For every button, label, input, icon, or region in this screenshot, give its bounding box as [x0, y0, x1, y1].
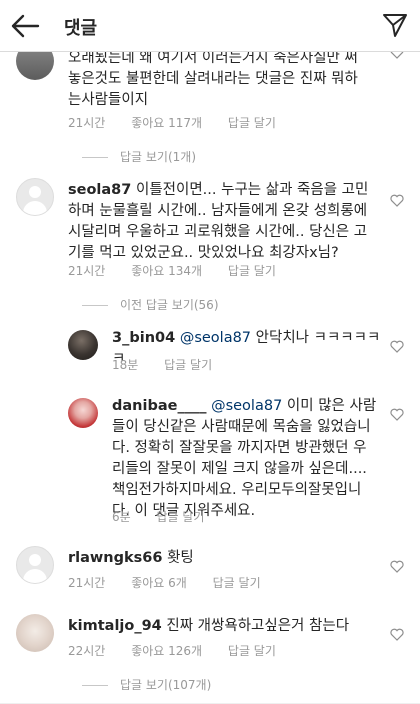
comment-username[interactable]: rlawngks66 — [68, 550, 162, 566]
avatar[interactable] — [16, 614, 54, 652]
comment-item: kimtaljo_94 진짜 개쌍욕하고싶은거 참는다 22시간 좋아요 126… — [0, 614, 420, 704]
page-title: 댓글 — [64, 18, 98, 39]
avatar[interactable] — [68, 330, 98, 360]
reply-item: danibae____ @seola87 이미 많은 사람들이 당신같은 사람때… — [0, 394, 420, 534]
avatar[interactable] — [68, 398, 98, 428]
comment-text: kimtaljo_94 진짜 개쌍욕하고싶은거 참는다 — [68, 618, 350, 634]
comment-time: 6분 — [112, 510, 131, 524]
avatar[interactable] — [16, 178, 54, 216]
comment-meta: 21시간 좋아요 117개 답글 달기 — [68, 114, 298, 131]
reply-button[interactable]: 답글 달기 — [228, 644, 276, 658]
direct-send-icon[interactable] — [382, 12, 408, 38]
reply-button[interactable]: 답글 달기 — [228, 116, 276, 130]
comment-list[interactable]: 오래됬는데 왜 여기서 이러는거지 죽은사실만 써놓은것도 불편한데 살려내라는… — [0, 52, 420, 704]
comment-time: 21시간 — [68, 576, 106, 590]
comment-username[interactable]: seola87 — [68, 182, 131, 198]
comment-meta: 6분 답글 달기 — [112, 508, 227, 525]
heart-icon[interactable] — [390, 340, 404, 353]
comment-text: rlawngks66 홧팅 — [68, 550, 194, 566]
mention-link[interactable]: @seola87 — [211, 398, 282, 414]
view-replies-button[interactable]: 답글 보기(1개) — [82, 148, 196, 165]
likes-count[interactable]: 좋아요 117개 — [131, 116, 202, 130]
heart-icon[interactable] — [390, 628, 404, 641]
comment-meta: 22시간 좋아요 126개 답글 달기 — [68, 642, 298, 659]
view-replies-button[interactable]: 답글 보기(107개) — [82, 676, 211, 693]
comment-username[interactable]: danibae____ — [112, 398, 206, 414]
avatar[interactable] — [16, 52, 54, 80]
comment-item: rlawngks66 홧팅 21시간 좋아요 6개 답글 달기 — [0, 546, 420, 606]
comment-time: 18분 — [112, 358, 139, 372]
heart-icon[interactable] — [390, 194, 404, 207]
comments-header: 댓글 — [0, 0, 420, 52]
comment-text: 오래됬는데 왜 여기서 이러는거지 죽은사실만 써놓은것도 불편한데 살려내라는… — [68, 52, 358, 108]
comment-username[interactable]: 3_bin04 — [112, 330, 175, 346]
comment-text: danibae____ @seola87 이미 많은 사람들이 당신같은 사람때… — [112, 398, 377, 519]
comment-meta: 18분 답글 달기 — [112, 356, 234, 373]
back-arrow-icon[interactable] — [10, 13, 40, 39]
comment-username[interactable]: kimtaljo_94 — [68, 618, 162, 634]
heart-icon[interactable] — [390, 560, 404, 573]
comment-meta: 21시간 좋아요 134개 답글 달기 — [68, 262, 298, 279]
comment-time: 22시간 — [68, 644, 106, 658]
reply-button[interactable]: 답글 달기 — [164, 358, 212, 372]
reply-button[interactable]: 답글 달기 — [213, 576, 261, 590]
likes-count[interactable]: 좋아요 134개 — [131, 264, 202, 278]
divider-line — [82, 157, 108, 158]
likes-count[interactable]: 좋아요 6개 — [131, 576, 187, 590]
reply-button[interactable]: 답글 달기 — [157, 510, 205, 524]
comment-item: seola87 이틀전이면... 누구는 삶과 죽음을 고민하며 눈물흘릴 시간… — [0, 178, 420, 348]
comment-time: 21시간 — [68, 264, 106, 278]
comment-meta: 21시간 좋아요 6개 답글 달기 — [68, 574, 283, 591]
reply-item: 3_bin04 @seola87 안닥치나 ㅋㅋㅋㅋㅋㅋ 18분 답글 달기 — [0, 326, 420, 386]
comment-text: seola87 이틀전이면... 누구는 삶과 죽음을 고민하며 눈물흘릴 시간… — [68, 182, 369, 261]
heart-icon[interactable] — [390, 52, 404, 59]
view-replies-button[interactable]: 이전 답글 보기(56) — [82, 296, 219, 313]
divider-line — [82, 305, 108, 306]
likes-count[interactable]: 좋아요 126개 — [131, 644, 202, 658]
divider-line — [82, 685, 108, 686]
mention-link[interactable]: @seola87 — [180, 330, 251, 346]
heart-icon[interactable] — [390, 408, 404, 421]
reply-button[interactable]: 답글 달기 — [228, 264, 276, 278]
comment-time: 21시간 — [68, 116, 106, 130]
avatar[interactable] — [16, 546, 54, 584]
